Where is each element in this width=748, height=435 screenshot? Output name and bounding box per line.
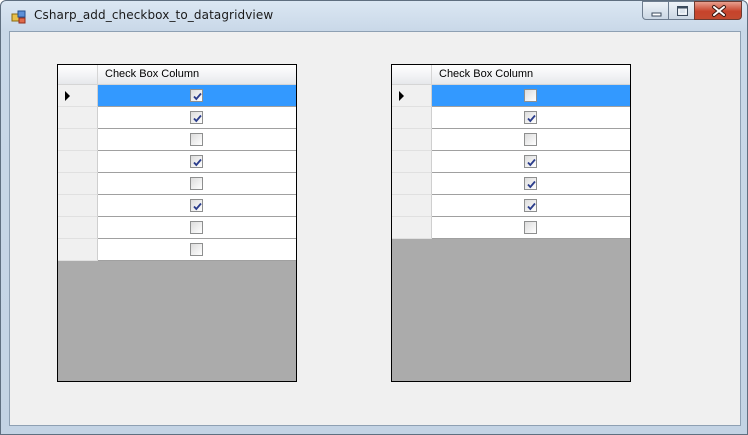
checkbox-checked[interactable] <box>524 177 537 190</box>
row-header-cell[interactable] <box>58 129 98 151</box>
row-header-cell[interactable] <box>392 151 432 173</box>
table-row[interactable] <box>58 195 296 217</box>
table-row[interactable] <box>58 129 296 151</box>
table-row[interactable] <box>392 107 630 129</box>
maximize-icon <box>677 6 688 16</box>
row-header-cell[interactable] <box>392 173 432 195</box>
form-client-area: Check Box Column Check Box Column <box>9 31 741 426</box>
check-mark-icon <box>193 158 202 167</box>
row-header-cell[interactable] <box>392 85 432 107</box>
row-header-cell[interactable] <box>58 173 98 195</box>
checkbox-cell[interactable] <box>98 217 296 239</box>
app-icon[interactable] <box>11 9 27 25</box>
check-mark-icon <box>527 202 536 211</box>
checkbox-checked[interactable] <box>190 199 203 212</box>
table-row[interactable] <box>58 85 296 107</box>
row-header-cell[interactable] <box>58 239 98 261</box>
check-mark-icon <box>193 202 202 211</box>
checkbox-column-header[interactable]: Check Box Column <box>439 68 533 80</box>
row-header-cell[interactable] <box>392 195 432 217</box>
row-header-cell[interactable] <box>58 85 98 107</box>
table-row[interactable] <box>58 239 296 261</box>
checkbox-cell[interactable] <box>98 85 296 107</box>
minimize-button[interactable] <box>642 1 669 20</box>
top-left-header-cell[interactable] <box>58 65 98 85</box>
checkbox-unchecked[interactable] <box>190 221 203 234</box>
checkbox-unchecked[interactable] <box>524 133 537 146</box>
check-mark-icon <box>527 158 536 167</box>
table-row[interactable] <box>58 173 296 195</box>
checkbox-cell[interactable] <box>432 151 630 173</box>
table-row[interactable] <box>392 151 630 173</box>
checkbox-cell[interactable] <box>432 107 630 129</box>
datagridview-right[interactable]: Check Box Column <box>391 64 631 382</box>
check-mark-icon <box>193 114 202 123</box>
checkbox-checked[interactable] <box>190 89 203 102</box>
column-header-row: Check Box Column <box>392 65 630 85</box>
maximize-button[interactable] <box>668 1 695 20</box>
close-icon <box>712 5 726 17</box>
row-header-cell[interactable] <box>392 217 432 239</box>
checkbox-cell[interactable] <box>98 239 296 261</box>
checkbox-unchecked[interactable] <box>190 243 203 256</box>
checkbox-cell[interactable] <box>98 151 296 173</box>
table-row[interactable] <box>392 195 630 217</box>
top-left-header-cell[interactable] <box>392 65 432 85</box>
table-row[interactable] <box>392 173 630 195</box>
checkbox-cell[interactable] <box>432 85 630 107</box>
checkbox-unchecked[interactable] <box>190 177 203 190</box>
window-title: Csharp_add_checkbox_to_datagridview <box>34 8 274 22</box>
table-row[interactable] <box>392 85 630 107</box>
table-row[interactable] <box>58 151 296 173</box>
checkbox-cell[interactable] <box>98 195 296 217</box>
table-row[interactable] <box>392 129 630 151</box>
checkbox-checked[interactable] <box>190 111 203 124</box>
row-header-cell[interactable] <box>392 129 432 151</box>
table-row[interactable] <box>58 107 296 129</box>
checkbox-checked[interactable] <box>524 155 537 168</box>
checkbox-cell[interactable] <box>432 173 630 195</box>
datagridview-left[interactable]: Check Box Column <box>57 64 297 382</box>
check-mark-icon <box>193 92 202 101</box>
title-bar[interactable]: Csharp_add_checkbox_to_datagridview <box>1 1 747 31</box>
row-header-cell[interactable] <box>58 151 98 173</box>
row-header-cell[interactable] <box>58 107 98 129</box>
checkbox-cell[interactable] <box>432 217 630 239</box>
checkbox-column-header[interactable]: Check Box Column <box>105 68 199 80</box>
minimize-icon <box>651 12 662 17</box>
checkbox-cell[interactable] <box>432 195 630 217</box>
table-row[interactable] <box>392 217 630 239</box>
checkbox-cell[interactable] <box>98 173 296 195</box>
checkbox-cell[interactable] <box>98 107 296 129</box>
row-header-cell[interactable] <box>58 195 98 217</box>
checkbox-unchecked[interactable] <box>524 221 537 234</box>
check-mark-icon <box>527 180 536 189</box>
checkbox-checked[interactable] <box>524 199 537 212</box>
current-row-arrow-icon <box>399 91 404 101</box>
close-button[interactable] <box>694 1 742 20</box>
row-header-cell[interactable] <box>392 107 432 129</box>
column-header-row: Check Box Column <box>58 65 296 85</box>
checkbox-cell[interactable] <box>432 129 630 151</box>
checkbox-cell[interactable] <box>98 129 296 151</box>
checkbox-checked[interactable] <box>190 155 203 168</box>
current-row-arrow-icon <box>65 91 70 101</box>
checkbox-checked[interactable] <box>524 111 537 124</box>
row-header-cell[interactable] <box>58 217 98 239</box>
table-row[interactable] <box>58 217 296 239</box>
form-window: Csharp_add_checkbox_to_datagridview Chec… <box>0 0 748 435</box>
checkbox-unchecked[interactable] <box>190 133 203 146</box>
checkbox-unchecked[interactable] <box>524 89 537 102</box>
check-mark-icon <box>527 114 536 123</box>
